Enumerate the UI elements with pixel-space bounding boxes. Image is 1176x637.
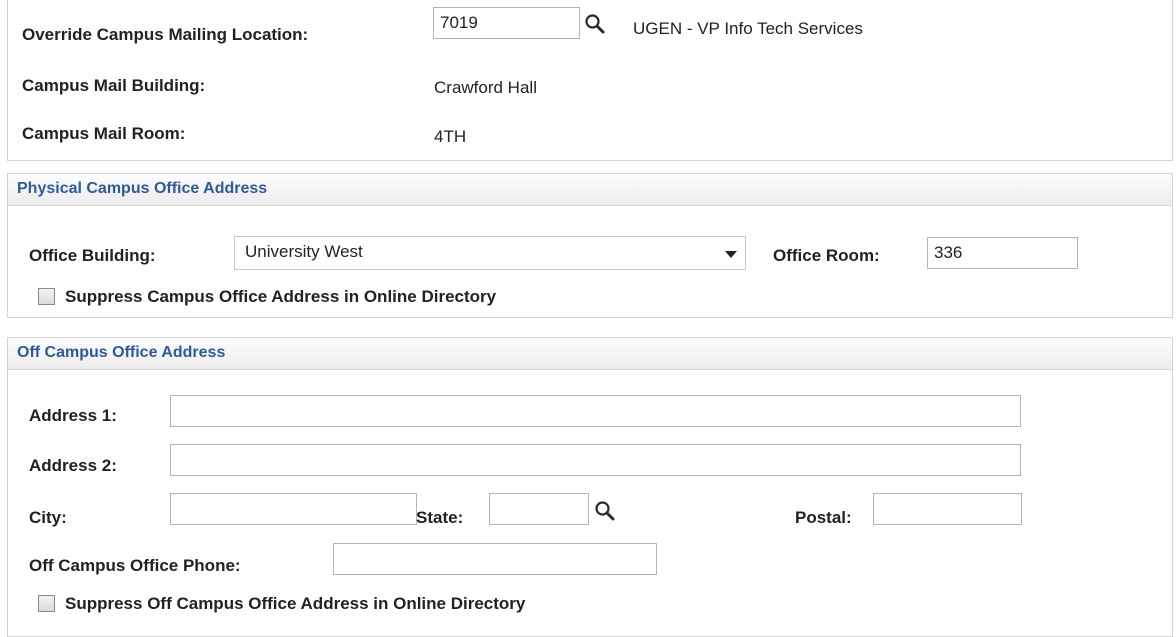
office-room-input[interactable] (927, 237, 1078, 269)
state-label: State: (416, 508, 464, 527)
campus-mail-building-value: Crawford Hall (434, 78, 537, 97)
override-mailing-location-input[interactable] (433, 7, 580, 39)
campus-mail-building-label: Campus Mail Building: (22, 76, 206, 95)
campus-mail-room-value: 4TH (434, 127, 467, 146)
suppress-off-campus-address-label: Suppress Off Campus Office Address in On… (65, 594, 526, 613)
office-building-select[interactable]: University West (234, 236, 746, 270)
city-input[interactable] (170, 493, 417, 525)
postal-input[interactable] (873, 493, 1022, 525)
suppress-off-campus-address-checkbox[interactable] (38, 595, 55, 612)
override-mailing-location-label: Override Campus Mailing Location: (22, 25, 309, 44)
campus-mail-room-label: Campus Mail Room: (22, 124, 186, 143)
city-label: City: (29, 508, 67, 527)
address2-label: Address 2: (29, 456, 117, 475)
address2-input[interactable] (170, 444, 1021, 476)
off-campus-header: Off Campus Office Address (8, 338, 1172, 370)
postal-label: Postal: (795, 508, 852, 527)
off-campus-phone-input[interactable] (333, 543, 657, 575)
campus-mailing-section: Override Campus Mailing Location: UGEN -… (7, 0, 1173, 161)
lookup-state-icon[interactable] (594, 500, 616, 522)
address1-input[interactable] (170, 395, 1021, 427)
chevron-down-icon[interactable] (725, 251, 737, 258)
office-building-selected: University West (245, 242, 363, 261)
mailing-location-description: UGEN - VP Info Tech Services (633, 19, 863, 38)
off-campus-office-section: Off Campus Office Address Address 1: Add… (7, 337, 1173, 637)
lookup-mailing-location-icon[interactable] (584, 13, 606, 35)
suppress-campus-address-checkbox[interactable] (38, 288, 55, 305)
address1-label: Address 1: (29, 406, 117, 425)
office-room-label: Office Room: (773, 246, 880, 265)
state-input[interactable] (489, 493, 589, 525)
physical-office-section: Physical Campus Office Address Office Bu… (7, 173, 1173, 318)
physical-office-header: Physical Campus Office Address (8, 174, 1172, 206)
office-building-label: Office Building: (29, 246, 156, 265)
suppress-campus-address-label: Suppress Campus Office Address in Online… (65, 287, 497, 306)
off-campus-phone-label: Off Campus Office Phone: (29, 556, 241, 575)
